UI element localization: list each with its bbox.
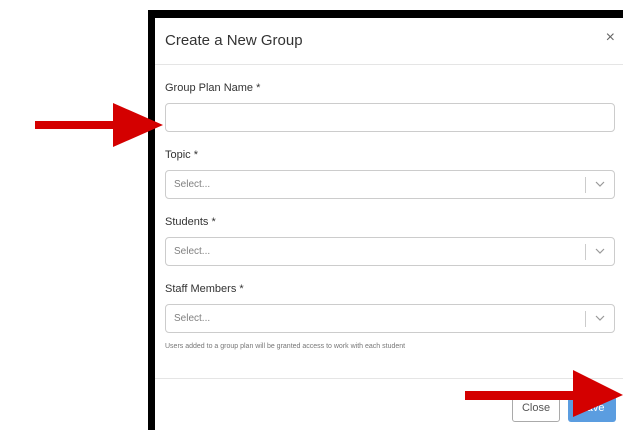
topic-select[interactable]: Select... [165,170,615,199]
students-select[interactable]: Select... [165,237,615,266]
staff-members-placeholder: Select... [174,313,211,324]
select-separator [585,311,586,327]
help-text: Users added to a group plan will be gran… [165,343,406,350]
group-plan-name-input[interactable] [165,103,615,132]
arrow-annotation [35,103,163,147]
topic-placeholder: Select... [174,179,211,190]
modal-header: Create a New Group × [155,18,623,65]
staff-members-label: Staff Members * [165,283,244,295]
chevron-down-icon [595,315,605,321]
staff-members-select[interactable]: Select... [165,304,615,333]
arrow-annotation [465,370,623,417]
chevron-down-icon [595,248,605,254]
topic-label: Topic * [165,149,199,161]
select-separator [585,244,586,260]
students-placeholder: Select... [174,246,211,257]
modal-title: Create a New Group [165,32,303,49]
chevron-down-icon [595,181,605,187]
group-plan-name-label: Group Plan Name * [165,82,261,94]
close-icon[interactable]: × [606,30,615,46]
select-separator [585,177,586,193]
students-label: Students * [165,216,216,228]
